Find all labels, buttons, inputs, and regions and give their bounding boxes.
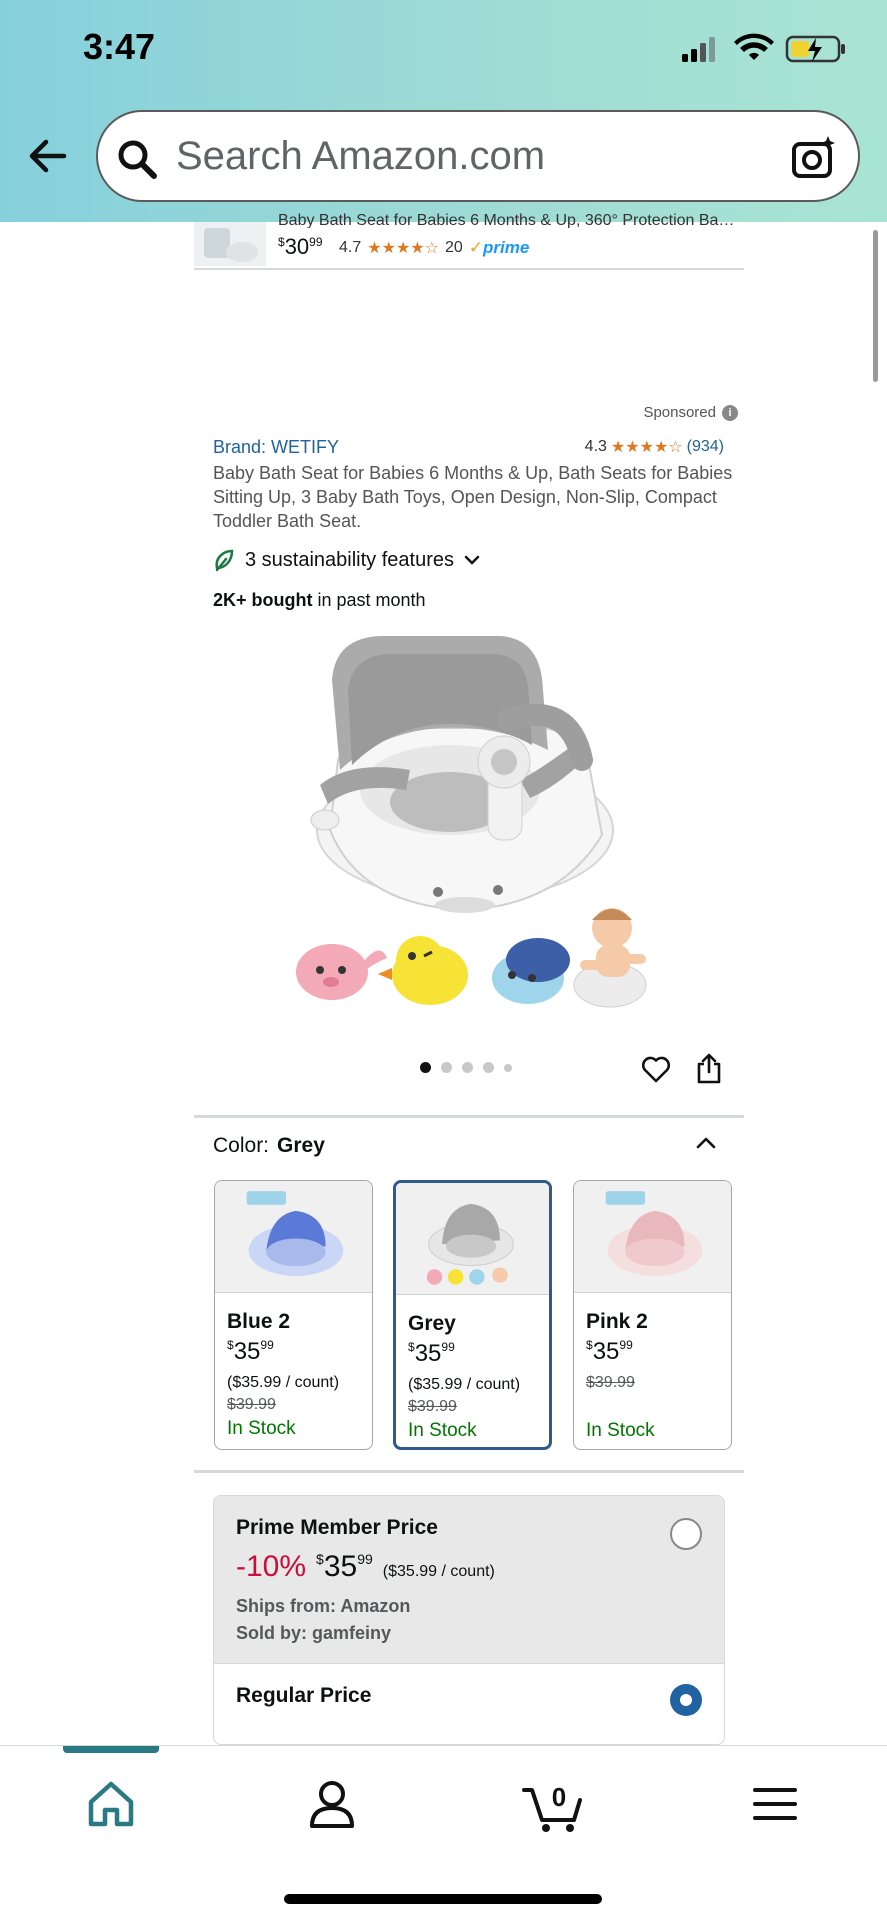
product-rating[interactable]: 4.3 ★★★★☆ (934) <box>585 437 724 457</box>
prime-price: $3599 <box>316 1550 373 1583</box>
previous-result-title: Baby Bath Seat for Babies 6 Months & Up,… <box>278 212 735 228</box>
regular-price-option[interactable]: Regular Price <box>236 1684 371 1708</box>
carousel-dot[interactable] <box>504 1063 512 1072</box>
price-options: Prime Member Price -10% $3599 ($35.99 / … <box>213 1495 725 1745</box>
prime-badge: ✓prime <box>468 238 530 257</box>
search-icon <box>118 140 157 179</box>
battery-icon <box>785 35 845 63</box>
sustainability-features-toggle[interactable]: 3 sustainability features <box>213 548 480 572</box>
cellular-signal-icon <box>682 37 715 62</box>
bottom-nav: 0 <box>0 1745 887 1920</box>
bought-count: 2K+ bought in past month <box>213 590 426 610</box>
search-row: Search Amazon.com <box>0 108 887 208</box>
baby-in-seat <box>573 908 647 1008</box>
account-icon[interactable] <box>302 1774 362 1834</box>
regular-price-radio[interactable] <box>670 1684 702 1716</box>
cart-count: 0 <box>552 1782 566 1812</box>
brand-link[interactable]: Brand: WETIFY <box>213 437 339 458</box>
turtle-toy-blue <box>492 938 570 1004</box>
image-carousel-dots[interactable] <box>420 1062 512 1073</box>
nav-active-indicator <box>63 1746 159 1753</box>
carousel-dot[interactable] <box>441 1062 452 1073</box>
share-icon[interactable] <box>695 1052 723 1084</box>
color-option-grey[interactable]: Grey $3599 ($35.99 / count) $39.99 In St… <box>393 1180 552 1450</box>
prime-price-radio[interactable] <box>670 1518 702 1550</box>
carousel-dot[interactable] <box>483 1062 494 1073</box>
product-image[interactable] <box>280 620 660 1020</box>
prime-member-price-option[interactable]: Prime Member Price -10% $3599 ($35.99 / … <box>214 1496 724 1664</box>
header: 3:47 Search Amazon.com <box>0 0 887 222</box>
sold-by[interactable]: Sold by: gamfeiny <box>236 1623 391 1644</box>
previous-result-price: $3099 <box>278 234 323 259</box>
chevron-down-icon <box>464 555 480 565</box>
scrollbar[interactable] <box>873 230 878 382</box>
product-thumbnail <box>194 222 266 266</box>
status-time: 3:47 <box>83 26 156 67</box>
star-rating-icon: ★★★★☆ <box>610 439 683 456</box>
discount-percent: -10% <box>236 1550 307 1583</box>
search-input[interactable]: Search Amazon.com <box>96 110 860 202</box>
color-selector-label: Color: Grey <box>213 1134 325 1157</box>
ships-from: Ships from: Amazon <box>236 1596 411 1616</box>
home-icon[interactable] <box>81 1774 141 1834</box>
heart-icon[interactable] <box>641 1054 671 1084</box>
swatch-image <box>215 1181 372 1293</box>
carousel-dot[interactable] <box>462 1062 473 1073</box>
star-rating-icon: ★★★★☆ <box>367 240 439 257</box>
swatch-image <box>396 1183 549 1295</box>
duck-toy-yellow <box>378 936 468 1005</box>
product-title[interactable]: Baby Bath Seat for Babies 6 Months & Up,… <box>213 461 733 533</box>
leaf-icon <box>215 549 234 572</box>
menu-icon[interactable] <box>745 1774 805 1834</box>
search-placeholder: Search Amazon.com <box>176 134 546 178</box>
back-arrow-icon[interactable] <box>24 132 72 180</box>
swatch-image <box>574 1181 731 1293</box>
camera-search-icon[interactable] <box>790 134 838 182</box>
divider <box>194 1470 744 1473</box>
chevron-up-icon[interactable] <box>695 1132 717 1154</box>
sponsored-label[interactable]: Sponsored i <box>643 404 738 421</box>
carousel-dot[interactable] <box>420 1062 431 1073</box>
previous-result-card[interactable]: Baby Bath Seat for Babies 6 Months & Up,… <box>194 212 744 270</box>
color-option-blue-2[interactable]: Blue 2 $3599 ($35.99 / count) $39.99 In … <box>214 1180 373 1450</box>
status-icons <box>682 33 845 63</box>
cart-icon[interactable]: 0 <box>522 1774 586 1834</box>
wifi-icon <box>734 33 774 60</box>
divider <box>194 1115 744 1118</box>
home-indicator <box>284 1894 602 1904</box>
whale-toy-pink <box>296 944 387 1000</box>
color-option-pink-2[interactable]: Pink 2 $3599 $39.99 In Stock <box>573 1180 732 1450</box>
previous-result-rating: 4.7 ★★★★☆ 20 ✓prime <box>339 238 530 257</box>
info-icon[interactable]: i <box>722 404 738 421</box>
